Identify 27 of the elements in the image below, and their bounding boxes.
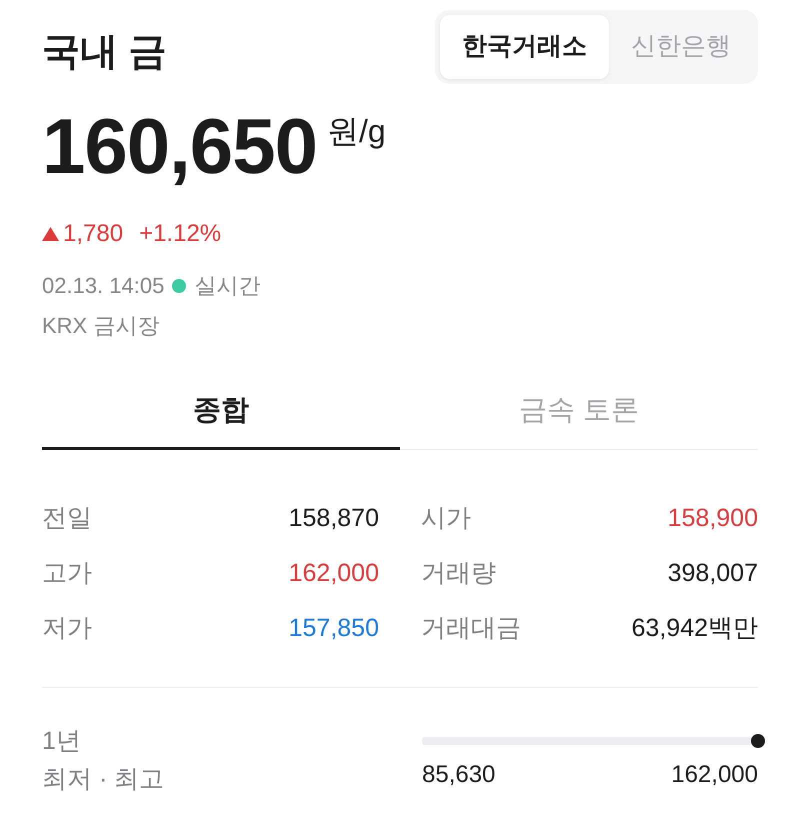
range-label: 최저 · 최고 — [42, 764, 164, 795]
stat-label: 시가 — [421, 502, 471, 534]
stat-value: 158,900 — [668, 502, 758, 534]
exchange-tab[interactable]: 한국거래소 — [440, 15, 609, 79]
price-value: 160,650 — [42, 106, 317, 186]
stat-value: 162,000 — [288, 558, 379, 588]
update-time: 02.13. 14:05 — [42, 272, 164, 300]
range-period: 1년 — [42, 726, 81, 757]
stat-label: 거래대금 — [421, 612, 521, 644]
market-name: KRX 금시장 — [42, 313, 160, 338]
range-high-value: 162,000 — [671, 760, 758, 790]
stat-value: 398,007 — [668, 558, 758, 588]
change-percent: +1.12% — [139, 219, 222, 249]
stat-label: 전일 — [42, 502, 92, 534]
change-amount: 1,780 — [63, 219, 124, 249]
stat-label: 저가 — [42, 612, 92, 644]
stat-value: 158,870 — [288, 502, 379, 534]
price-unit: 원/g — [326, 112, 386, 150]
stat-value: 63,942백만 — [632, 612, 758, 644]
stat-value: 157,850 — [288, 612, 379, 644]
page-title: 국내 금 — [42, 30, 167, 75]
range-low-value: 85,630 — [422, 760, 496, 790]
stat-label: 거래량 — [421, 558, 496, 588]
live-status-dot-icon — [172, 279, 186, 293]
live-label: 실시간 — [194, 272, 260, 300]
content-tab[interactable]: 종합 — [42, 379, 400, 450]
stat-label: 고가 — [42, 558, 92, 588]
